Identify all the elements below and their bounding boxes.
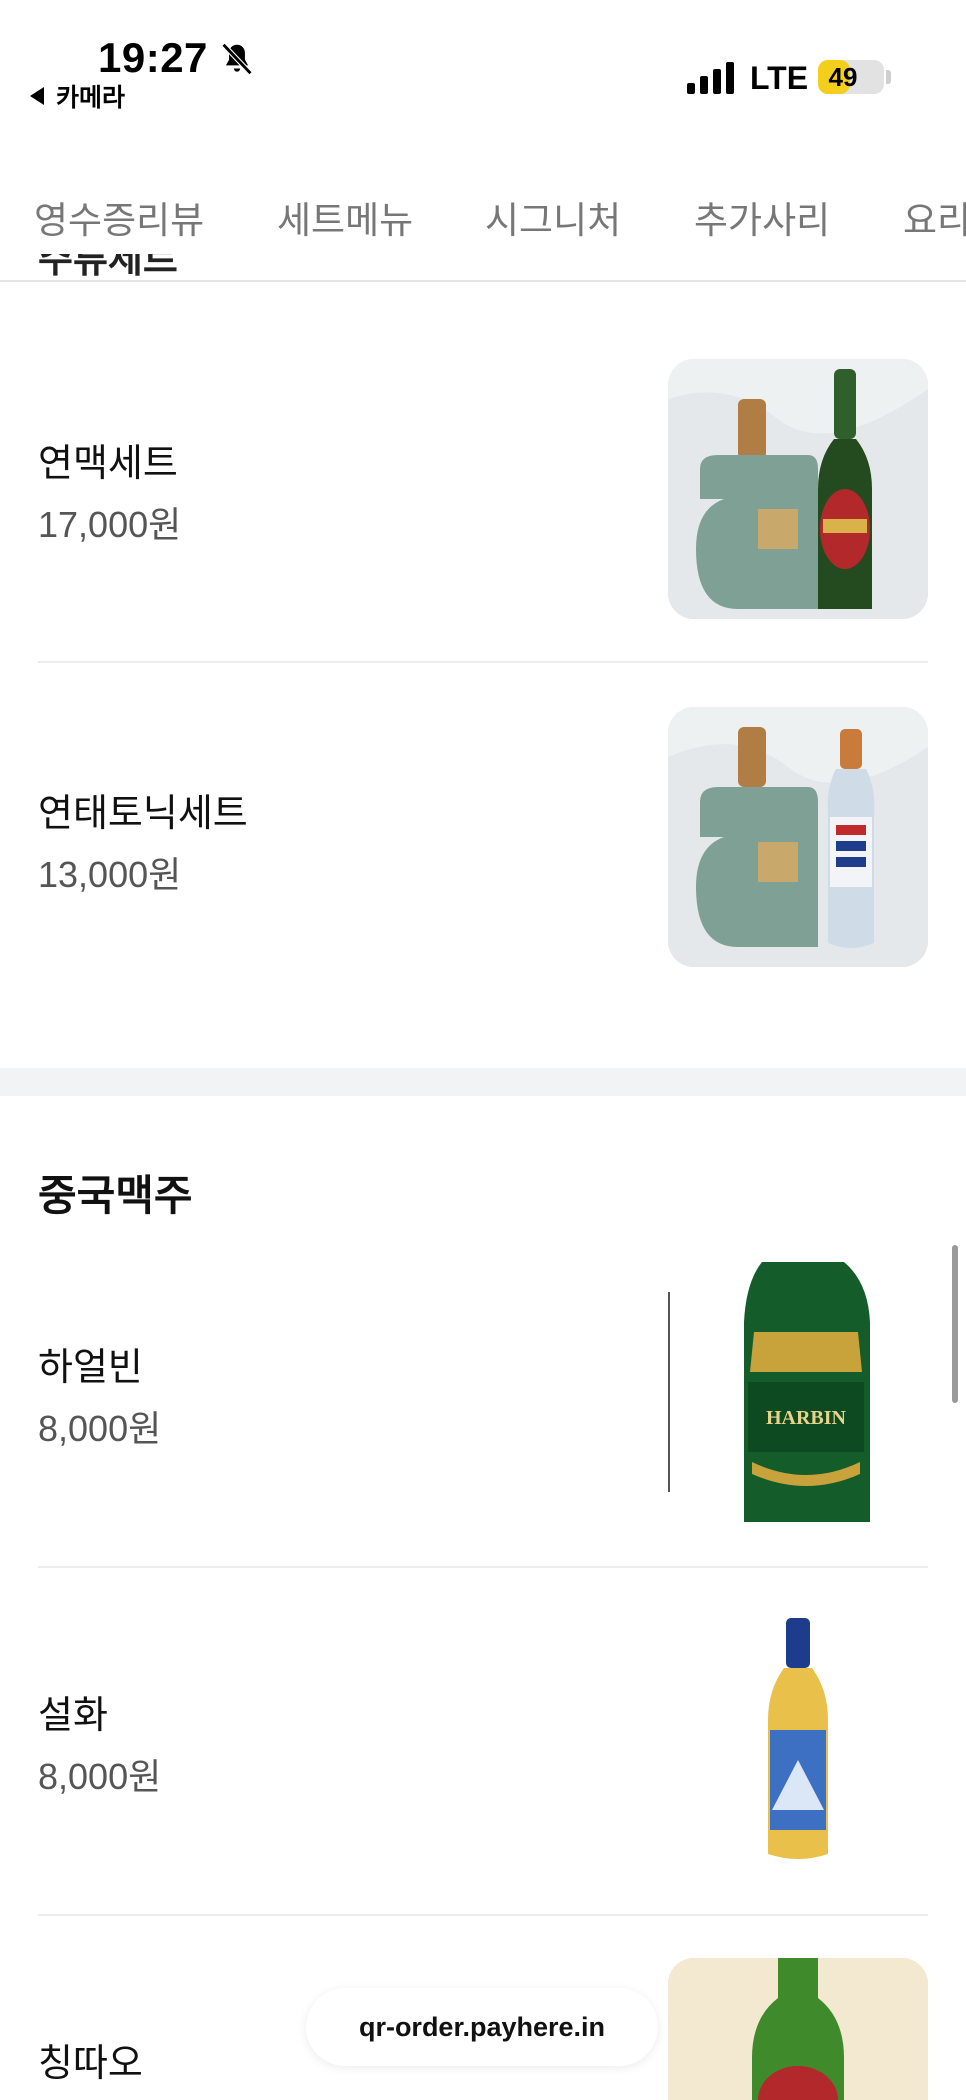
- snow-beer-image: [668, 1610, 928, 1870]
- item-image: [668, 359, 928, 619]
- tab-dishes[interactable]: 요리: [903, 190, 966, 244]
- item-divider: [38, 661, 928, 663]
- menu-item[interactable]: 연맥세트 17,000원: [0, 318, 966, 666]
- item-name: 설화: [38, 1695, 108, 1737]
- cellular-signal-icon: [687, 62, 734, 94]
- menu-item[interactable]: 설화 8,000원: [0, 1592, 966, 1940]
- menu-item[interactable]: 하얼빈 8,000원 HARBIN: [0, 1244, 966, 1592]
- item-price: 17,000원: [38, 504, 182, 545]
- item-image: [668, 1958, 928, 2100]
- item-image: HARBIN: [668, 1262, 928, 1522]
- network-type: LTE: [750, 60, 809, 96]
- tsingtao-beer-image: [668, 1958, 928, 2100]
- menu-item[interactable]: 연태토닉세트 13,000원: [0, 666, 966, 1014]
- back-label: 카메라: [56, 84, 126, 112]
- item-divider: [38, 1914, 928, 1916]
- status-bar: 19:27 카메라 LTE 49: [0, 0, 966, 120]
- item-name: 연태토닉세트: [38, 793, 248, 835]
- battery-nub: [886, 70, 891, 84]
- section-title-partial: 주류세트: [38, 254, 178, 281]
- bell-slash-icon: [221, 43, 253, 75]
- battery-icon: 49: [818, 60, 884, 94]
- harbin-beer-image: HARBIN: [668, 1262, 928, 1522]
- battery-percent: 49: [828, 62, 858, 92]
- section-separator: [0, 1068, 966, 1096]
- tab-receipt-review[interactable]: 영수증리뷰: [34, 190, 204, 244]
- item-name: 연맥세트: [38, 443, 178, 485]
- back-arrow-icon: [30, 87, 44, 105]
- item-price: 8,000원: [38, 1408, 162, 1449]
- item-image: [668, 1610, 928, 1870]
- tab-extra-noodles[interactable]: 추가사리: [694, 190, 830, 244]
- harbin-bottle-label: HARBIN: [766, 1407, 847, 1429]
- section-title-chinese-beer: 중국맥주: [38, 1172, 193, 1219]
- status-time: 19:27: [98, 34, 208, 81]
- tab-set-menu[interactable]: 세트메뉴: [277, 190, 413, 244]
- baijiu-tonic-image: [668, 707, 928, 967]
- item-price: 13,000원: [38, 854, 182, 895]
- back-to-camera-link[interactable]: 카메라: [30, 78, 125, 114]
- url-bar[interactable]: qr-order.payhere.in: [306, 1988, 658, 2066]
- item-image: [668, 707, 928, 967]
- scrollbar[interactable]: [952, 1245, 958, 1403]
- item-price: 8,000원: [38, 1756, 162, 1797]
- item-name: 하얼빈: [38, 1347, 143, 1389]
- baijiu-tsingtao-image: [668, 359, 928, 619]
- item-divider: [38, 1566, 928, 1568]
- item-name: 칭따오: [38, 2043, 143, 2085]
- tab-signature[interactable]: 시그니처: [485, 190, 621, 244]
